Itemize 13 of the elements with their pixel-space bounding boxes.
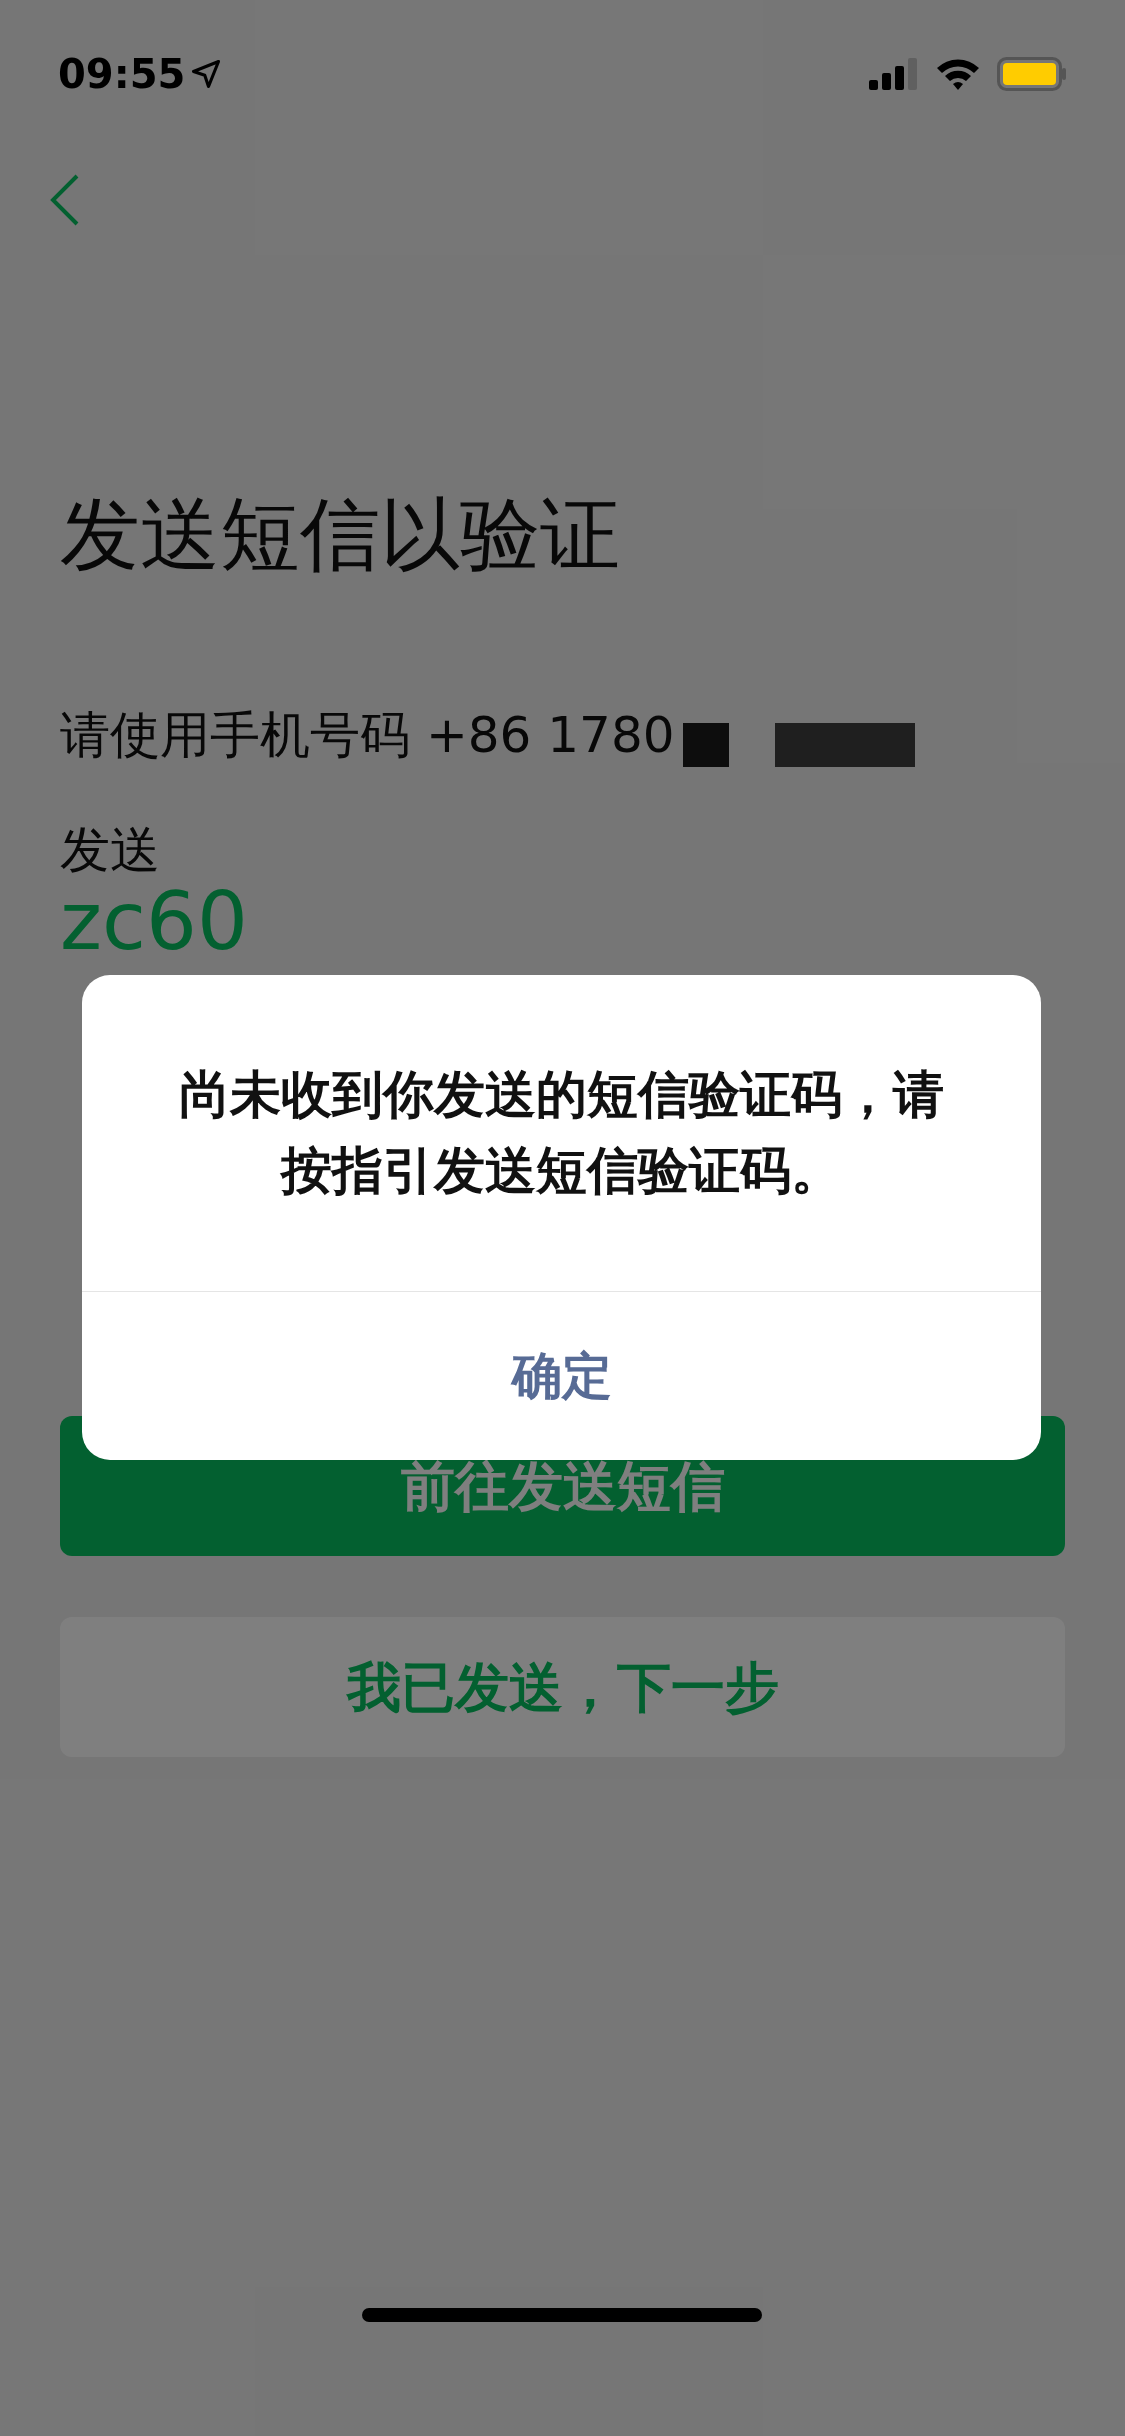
wifi-icon (935, 57, 981, 91)
redaction-mark (682, 723, 729, 767)
phone-instruction: 请使用手机号码 +86 1780 (60, 705, 675, 765)
battery-icon (997, 57, 1067, 91)
sms-content: zc60 (60, 880, 248, 964)
page-title: 发送短信以验证 (60, 490, 621, 580)
status-time: 09:55 (58, 50, 186, 99)
location-arrow-icon (191, 59, 222, 89)
dialog-message: 尚未收到你发送的短信验证码，请按指引发送短信验证码。 (178, 1064, 945, 1202)
send-label: 发送 (60, 820, 160, 880)
action-button[interactable]: 我已发送，下一步 (60, 1617, 1065, 1757)
signal-icon (869, 58, 919, 90)
back-icon[interactable] (50, 174, 80, 226)
